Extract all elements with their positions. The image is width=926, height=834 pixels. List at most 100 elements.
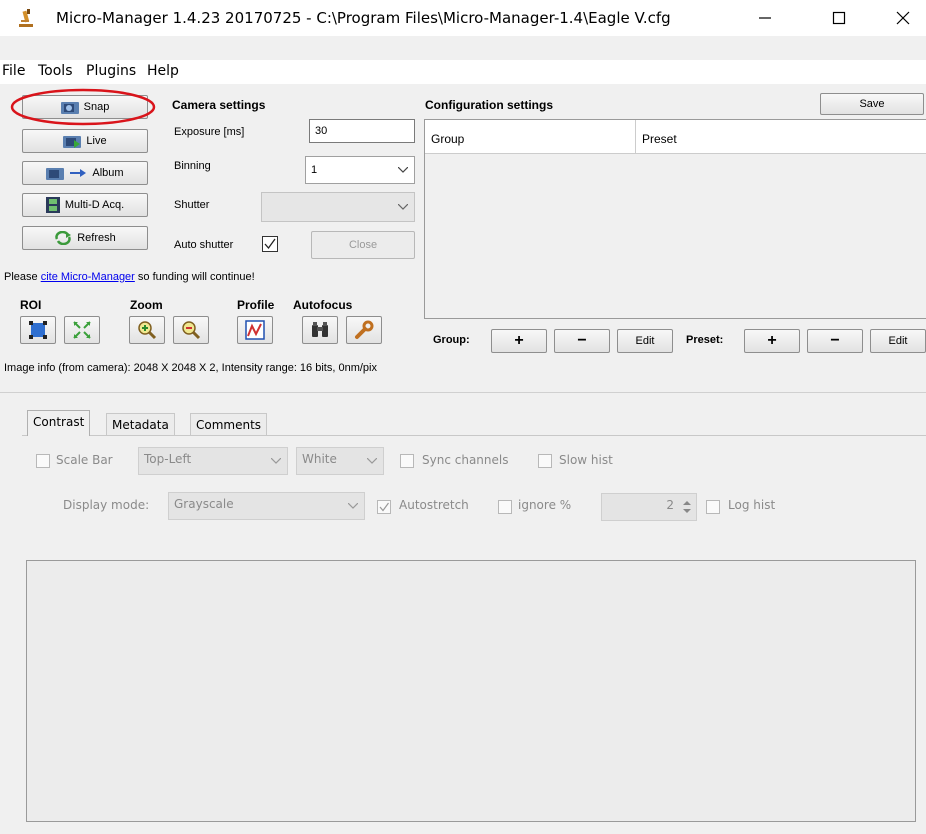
multi-d-acq-button[interactable]: Multi-D Acq. <box>22 193 148 217</box>
scale-bar-position-select[interactable]: Top-Left <box>138 447 288 475</box>
zoom-in-button[interactable] <box>129 316 165 344</box>
tab-metadata[interactable]: Metadata <box>106 413 175 435</box>
spinner-arrows-icon <box>683 501 691 513</box>
sync-channels-checkbox[interactable] <box>400 454 414 468</box>
group-remove-button[interactable]: − <box>554 329 610 353</box>
checkmark-icon <box>264 238 276 250</box>
group-edit-button[interactable]: Edit <box>617 329 673 353</box>
save-label: Save <box>859 98 885 110</box>
exposure-label: Exposure [ms] <box>174 126 245 138</box>
slow-hist-label: Slow hist <box>559 453 613 467</box>
cite-prefix: Please <box>4 271 41 283</box>
scale-bar-position-value: Top-Left <box>144 452 192 466</box>
minus-icon: − <box>830 332 840 349</box>
film-strip-icon <box>45 197 60 213</box>
autofocus-settings-button[interactable] <box>346 316 382 344</box>
album-button[interactable]: Album <box>22 161 148 185</box>
live-label: Live <box>86 135 107 147</box>
autofocus-heading: Autofocus <box>293 298 353 312</box>
ignore-percent-label: ignore % <box>518 498 572 512</box>
group-label: Group: <box>433 334 470 346</box>
ignore-percent-spinner[interactable]: 2 <box>601 493 697 521</box>
binning-select[interactable]: 1 <box>305 156 415 184</box>
histogram-area[interactable] <box>26 560 916 822</box>
window-title: Micro-Manager 1.4.23 20170725 - C:\Progr… <box>56 9 671 27</box>
preset-edit-button[interactable]: Edit <box>870 329 926 353</box>
slow-hist-checkbox[interactable] <box>538 454 552 468</box>
cite-suffix: so funding will continue! <box>134 271 255 283</box>
zoom-out-button[interactable] <box>173 316 209 344</box>
line-profile-button[interactable] <box>237 316 273 344</box>
roi-full-frame-icon <box>73 321 91 339</box>
preset-remove-button[interactable]: − <box>807 329 863 353</box>
title-bar: Micro-Manager 1.4.23 20170725 - C:\Progr… <box>0 0 926 36</box>
tab-comments[interactable]: Comments <box>190 413 268 435</box>
autostretch-checkbox[interactable] <box>377 500 391 514</box>
wrench-icon <box>355 320 374 339</box>
camera-settings-heading: Camera settings <box>172 98 266 112</box>
scale-bar-label: Scale Bar <box>56 453 113 467</box>
tab-contrast[interactable]: Contrast <box>27 410 91 436</box>
menu-plugins[interactable]: Plugins <box>86 63 136 79</box>
ignore-percent-value: 2 <box>666 498 674 512</box>
menu-file[interactable]: File <box>2 63 25 79</box>
log-hist-checkbox[interactable] <box>706 500 720 514</box>
album-label: Album <box>92 167 124 179</box>
plus-icon: + <box>514 332 524 349</box>
column-header-preset[interactable]: Preset <box>636 120 926 154</box>
live-button[interactable]: Live <box>22 129 148 153</box>
scale-bar-checkbox[interactable] <box>36 454 50 468</box>
zoom-heading: Zoom <box>130 298 163 312</box>
save-config-button[interactable]: Save <box>820 93 924 115</box>
image-info: Image info (from camera): 2048 X 2048 X … <box>4 362 377 374</box>
roi-reset-button[interactable] <box>64 316 100 344</box>
zoom-out-icon <box>182 321 201 340</box>
exposure-input[interactable] <box>309 119 415 143</box>
close-shutter-label: Close <box>348 239 378 251</box>
main-window: Micro-Manager 1.4.23 20170725 - C:\Progr… <box>0 0 926 834</box>
log-hist-label: Log hist <box>728 498 776 512</box>
roi-set-button[interactable] <box>20 316 56 344</box>
refresh-button[interactable]: Refresh <box>22 226 148 250</box>
maximize-button[interactable] <box>816 0 862 36</box>
chevron-down-icon <box>348 503 358 509</box>
cite-link[interactable]: cite Micro-Manager <box>41 271 135 283</box>
binning-value: 1 <box>311 164 318 176</box>
close-shutter-button[interactable]: Close <box>311 231 415 259</box>
config-table[interactable]: Group Preset <box>424 119 926 319</box>
camera-icon <box>46 168 65 180</box>
display-mode-select[interactable]: Grayscale <box>168 492 365 520</box>
preset-add-button[interactable]: + <box>744 329 800 353</box>
edit-label: Edit <box>635 335 655 347</box>
auto-shutter-checkbox[interactable] <box>262 236 278 252</box>
chevron-down-icon <box>398 167 408 173</box>
preset-label: Preset: <box>686 334 724 346</box>
display-mode-label: Display mode: <box>63 498 150 512</box>
zoom-in-icon <box>138 321 157 340</box>
menu-tools[interactable]: Tools <box>38 63 73 79</box>
maximize-icon <box>832 11 846 25</box>
refresh-label: Refresh <box>77 232 116 244</box>
binoculars-icon <box>312 322 328 337</box>
close-window-button[interactable] <box>880 0 926 36</box>
configuration-settings-heading: Configuration settings <box>425 98 553 112</box>
column-header-group[interactable]: Group <box>425 120 636 154</box>
edit-label: Edit <box>888 335 908 347</box>
group-add-button[interactable]: + <box>491 329 547 353</box>
menu-help[interactable]: Help <box>147 63 179 79</box>
binning-label: Binning <box>174 160 211 172</box>
ignore-percent-checkbox[interactable] <box>498 500 512 514</box>
multi-d-label: Multi-D Acq. <box>64 199 125 211</box>
minimize-button[interactable] <box>742 0 788 36</box>
minus-icon: − <box>577 332 587 349</box>
scale-bar-color-value: White <box>302 452 337 466</box>
profile-heading: Profile <box>237 298 275 312</box>
arrow-right-icon <box>70 169 87 177</box>
roi-rectangle-icon <box>29 321 47 339</box>
scale-bar-color-select[interactable]: White <box>296 447 384 475</box>
shutter-select[interactable] <box>261 192 415 222</box>
sync-channels-label: Sync channels <box>422 453 509 467</box>
checkmark-icon <box>379 502 389 512</box>
menu-bar: File Tools Plugins Help <box>0 60 926 84</box>
autofocus-button[interactable] <box>302 316 338 344</box>
